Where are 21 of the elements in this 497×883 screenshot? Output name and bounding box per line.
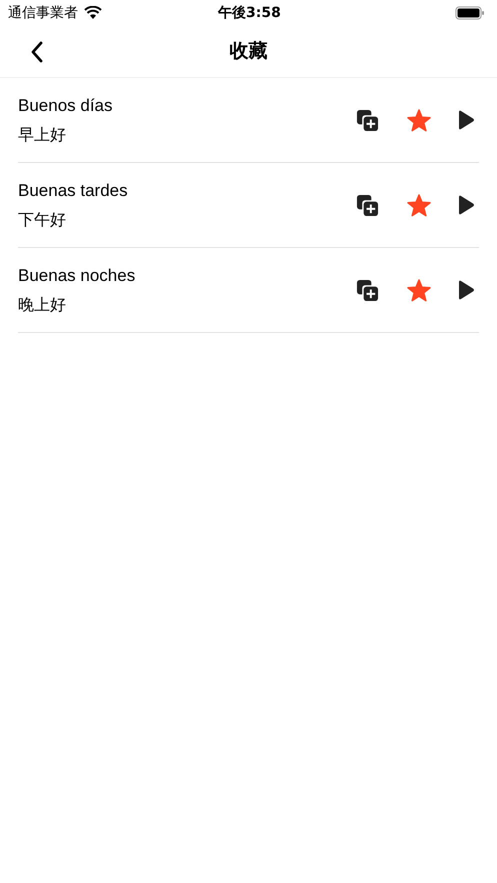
battery-icon: [455, 6, 485, 20]
play-icon: [457, 109, 475, 131]
translation-text: 晚上好: [18, 294, 67, 316]
translation-text: 早上好: [18, 124, 67, 146]
translation-text: 下午好: [18, 209, 67, 232]
play-icon: [457, 279, 475, 301]
star-icon: [407, 194, 431, 216]
copy-add-icon: [356, 278, 379, 302]
phrase-text: Buenos días: [18, 94, 114, 117]
copy-add-icon: [356, 194, 379, 216]
play-icon: [457, 194, 475, 216]
carrier-name: 通信事業者: [8, 4, 78, 22]
page-title: 收藏: [230, 39, 268, 64]
phrase-text: Buenas noches: [18, 264, 136, 287]
star-icon: [407, 108, 431, 132]
wifi-icon: [84, 6, 102, 20]
copy-add-icon: [356, 108, 379, 132]
star-icon: [407, 278, 431, 302]
phrase-text: Buenas tardes: [18, 180, 129, 202]
status-time: 午後3:58: [218, 4, 281, 22]
back-icon: [30, 40, 44, 62]
